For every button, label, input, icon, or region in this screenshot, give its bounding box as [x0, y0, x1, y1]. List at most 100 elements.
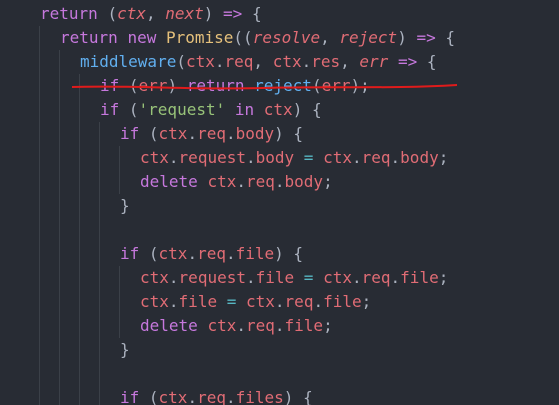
- code-token: {: [242, 4, 262, 23]
- code-token: ctx: [185, 52, 215, 71]
- code-editor[interactable]: return (ctx, next) => {return new Promis…: [0, 0, 559, 405]
- code-token: ;: [438, 148, 449, 167]
- code-token: .: [301, 52, 312, 71]
- code-token: .: [168, 292, 179, 311]
- code-token: return: [60, 28, 118, 47]
- code-token: .: [187, 244, 198, 263]
- code-token: ctx: [323, 148, 352, 167]
- code-token: ,: [340, 52, 360, 71]
- code-line: }: [120, 194, 130, 218]
- code-token: .: [351, 148, 362, 167]
- code-token: if: [120, 244, 140, 263]
- code-token: body: [235, 124, 275, 143]
- code-token: ): [203, 4, 224, 23]
- code-token: .: [236, 316, 246, 335]
- code-token: ((: [233, 28, 253, 47]
- code-token: req: [245, 172, 275, 191]
- code-token: .: [245, 268, 256, 287]
- code-token: ctx: [207, 172, 237, 191]
- red-underline-annotation: [72, 84, 457, 90]
- code-token: err: [359, 52, 389, 71]
- code-token: (: [139, 124, 159, 143]
- code-token: ;: [323, 316, 333, 335]
- code-token: .: [225, 244, 236, 263]
- indent-guide: [79, 74, 80, 405]
- code-token: {: [417, 52, 437, 71]
- code-token: request: [178, 148, 246, 167]
- code-token: ;: [361, 292, 372, 311]
- code-token: .: [187, 124, 198, 143]
- code-token: ctx: [158, 244, 188, 263]
- code-line: ctx.request.body = ctx.req.body;: [140, 146, 448, 170]
- code-token: if: [100, 100, 120, 119]
- code-token: ctx: [207, 316, 237, 335]
- code-token: ctx: [246, 292, 275, 311]
- code-token: (: [139, 244, 159, 263]
- code-token: file: [400, 268, 439, 287]
- code-token: ctx: [158, 388, 188, 405]
- code-line: delete ctx.req.file;: [140, 314, 333, 338]
- code-token: ,: [253, 52, 273, 71]
- code-token: req: [197, 124, 226, 143]
- code-token: body: [255, 148, 295, 167]
- code-token: .: [236, 172, 246, 191]
- code-token: new: [127, 28, 157, 47]
- code-token: (: [107, 4, 118, 23]
- code-token: =>: [416, 28, 436, 47]
- code-token: ctx: [263, 100, 293, 119]
- code-token: =: [303, 268, 314, 287]
- code-token: reject: [339, 28, 398, 47]
- code-token: file: [284, 316, 324, 335]
- code-token: .: [225, 388, 236, 405]
- code-token: in: [234, 100, 255, 119]
- code-token: .: [351, 268, 362, 287]
- indent-guide: [119, 266, 120, 338]
- code-token: next: [165, 4, 204, 23]
- code-token: .: [274, 292, 285, 311]
- code-token: }: [120, 196, 130, 215]
- code-line: if ('request' in ctx) {: [100, 98, 322, 122]
- code-token: .: [225, 124, 236, 143]
- code-line: return (ctx, next) => {: [40, 2, 262, 26]
- code-token: file: [255, 268, 295, 287]
- code-token: .: [274, 172, 285, 191]
- code-token: req: [197, 388, 226, 405]
- code-token: ) {: [274, 124, 304, 143]
- code-token: delete: [140, 172, 198, 191]
- code-token: {: [435, 28, 455, 47]
- code-token: .: [245, 148, 256, 167]
- indent-guide: [119, 146, 120, 194]
- code-token: }: [120, 340, 130, 359]
- code-token: =: [303, 148, 314, 167]
- code-token: =: [226, 292, 237, 311]
- code-token: req: [245, 316, 275, 335]
- code-line: return new Promise((resolve, reject) => …: [60, 26, 455, 50]
- code-token: .: [274, 316, 285, 335]
- code-token: ) {: [274, 244, 304, 263]
- code-token: middleware: [80, 52, 177, 71]
- code-token: (: [176, 52, 186, 71]
- code-token: delete: [140, 316, 198, 335]
- code-token: body: [284, 172, 324, 191]
- code-token: ctx: [272, 52, 302, 71]
- code-line: ctx.file = ctx.req.file;: [140, 290, 371, 314]
- code-token: .: [168, 268, 179, 287]
- code-token: ;: [438, 268, 449, 287]
- code-token: ctx: [117, 4, 146, 23]
- code-token: Promise: [165, 28, 234, 47]
- code-token: ;: [323, 172, 333, 191]
- code-line: }: [120, 338, 130, 362]
- code-token: .: [390, 268, 401, 287]
- code-token: ) {: [283, 388, 313, 405]
